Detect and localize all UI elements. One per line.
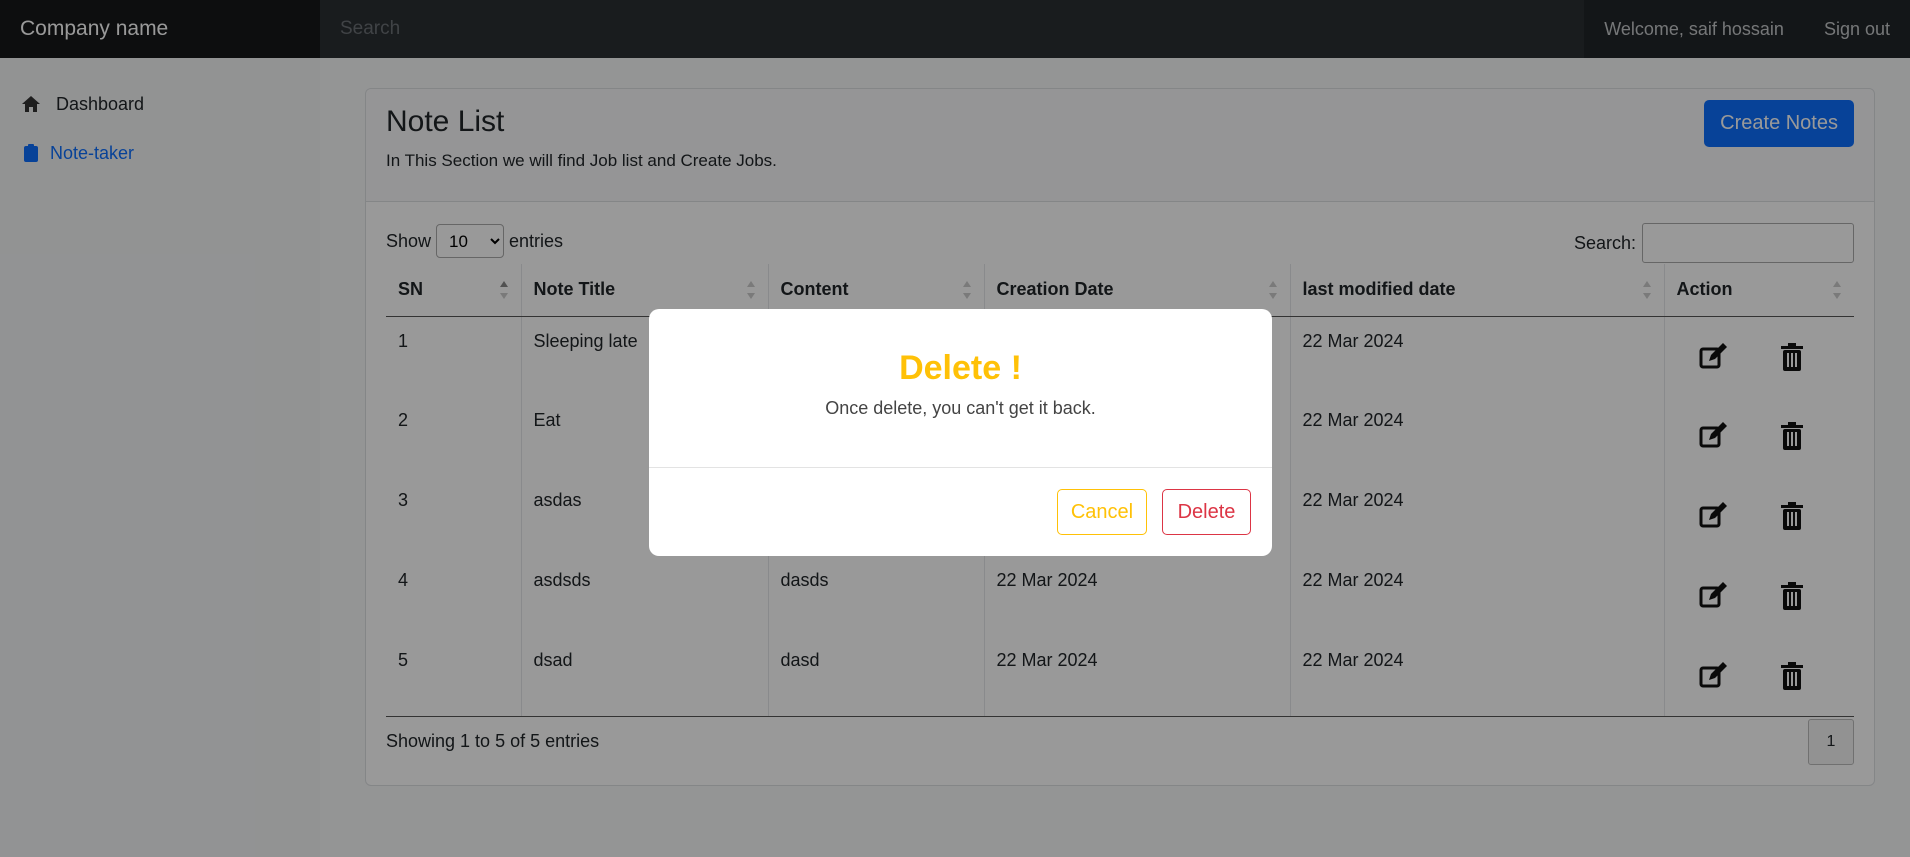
delete-confirm-dialog: Delete ! Once delete, you can't get it b… [649,309,1272,556]
confirm-delete-button[interactable]: Delete [1162,489,1251,535]
modal-backdrop[interactable]: Delete ! Once delete, you can't get it b… [0,0,1910,857]
dialog-message: Once delete, you can't get it back. [825,398,1096,418]
cancel-button[interactable]: Cancel [1057,489,1147,535]
dialog-divider [649,467,1272,468]
dialog-title: Delete ! [899,349,1022,387]
